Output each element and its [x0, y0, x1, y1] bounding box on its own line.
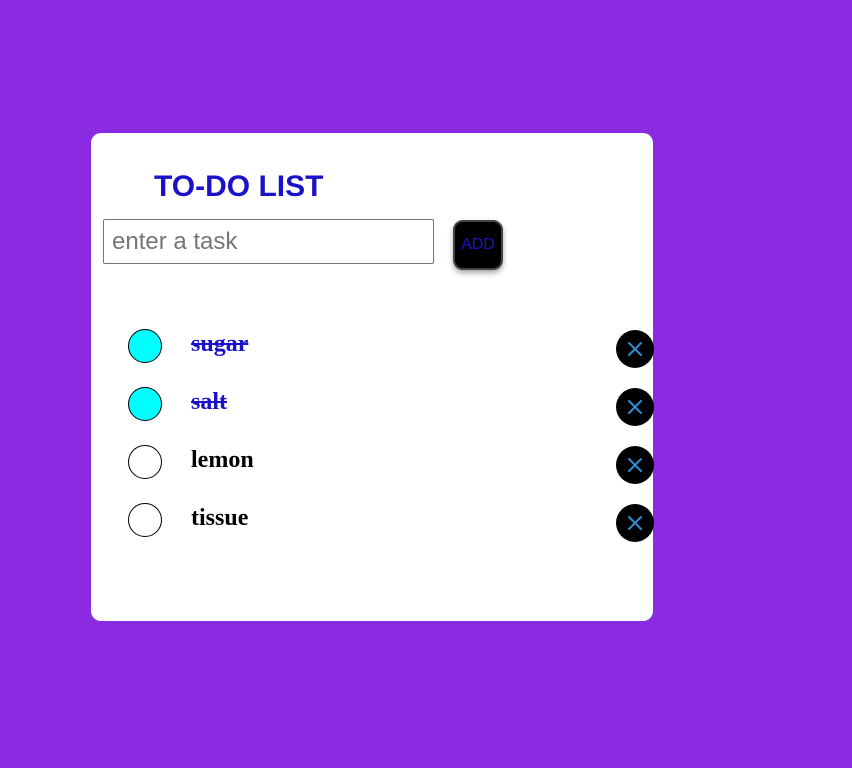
task-item: salt — [91, 387, 654, 445]
task-label[interactable]: salt — [191, 387, 227, 417]
task-item: tissue — [91, 503, 654, 561]
close-icon — [628, 516, 642, 530]
delete-button[interactable] — [616, 446, 654, 484]
delete-button[interactable] — [616, 504, 654, 542]
task-label[interactable]: sugar — [191, 329, 248, 359]
task-label[interactable]: lemon — [191, 445, 254, 475]
add-button[interactable]: ADD — [453, 220, 503, 270]
task-item: lemon — [91, 445, 654, 503]
todo-card: TO-DO LIST ADD sugar salt lemon — [91, 133, 654, 621]
page-title: TO-DO LIST — [154, 170, 324, 203]
delete-button[interactable] — [616, 330, 654, 368]
close-icon — [628, 458, 642, 472]
task-input[interactable] — [103, 219, 434, 264]
delete-button[interactable] — [616, 388, 654, 426]
circle-check-icon[interactable] — [128, 387, 162, 421]
circle-check-icon[interactable] — [128, 329, 162, 363]
task-label[interactable]: tissue — [191, 503, 248, 533]
circle-check-icon[interactable] — [128, 445, 162, 479]
circle-check-icon[interactable] — [128, 503, 162, 537]
close-icon — [628, 400, 642, 414]
close-icon — [628, 342, 642, 356]
task-item: sugar — [91, 329, 654, 387]
